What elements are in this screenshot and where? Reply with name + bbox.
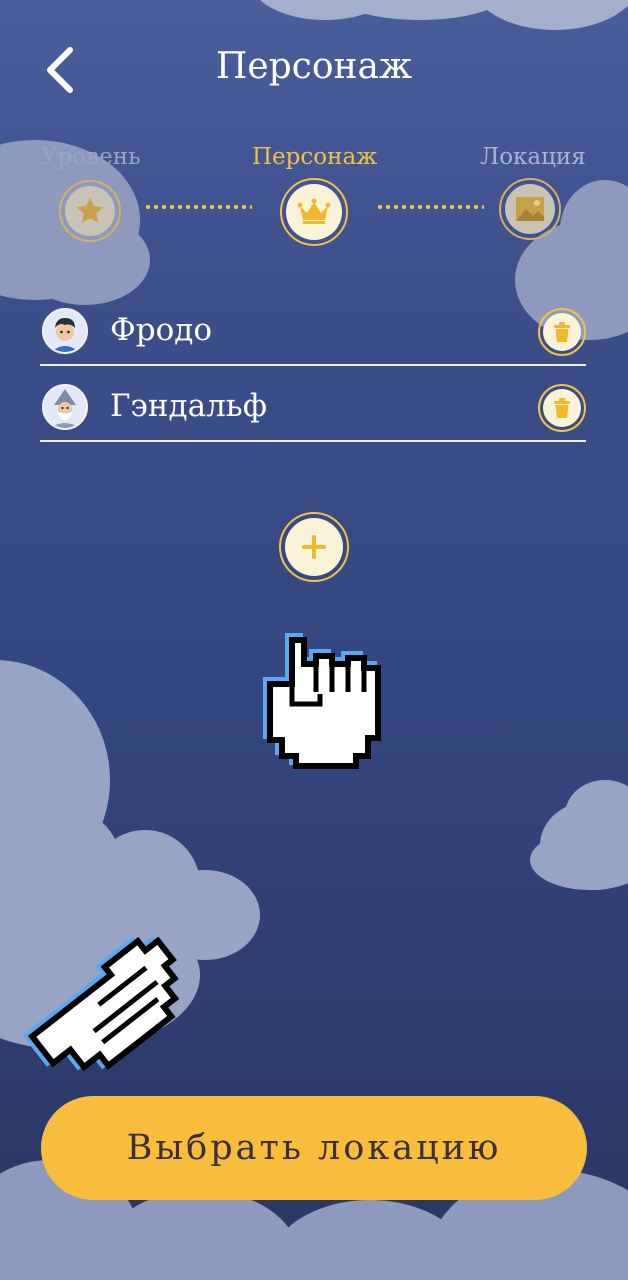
step-location[interactable] — [499, 178, 561, 240]
page-title: Персонаж — [215, 46, 413, 87]
top-bar: Персонаж — [0, 0, 628, 140]
step-character[interactable] — [280, 178, 348, 246]
step-label-level: Уровень — [41, 144, 141, 170]
pointing-hand-cursor-icon — [22, 935, 180, 1072]
plus-icon — [302, 535, 326, 559]
star-icon — [76, 197, 104, 223]
trash-icon — [554, 398, 570, 418]
step-level[interactable] — [59, 180, 121, 242]
app-screen: Персонаж Уровень Персонаж Локация Фродо … — [0, 0, 628, 1280]
grab-hand-cursor-icon — [263, 633, 381, 769]
step-label-location: Локация — [480, 144, 586, 170]
landscape-icon — [516, 197, 544, 221]
crown-icon — [297, 198, 331, 224]
frodo-avatar — [42, 308, 88, 354]
step-connector-2 — [376, 205, 484, 209]
delete-character-button[interactable] — [538, 384, 586, 432]
choose-location-button[interactable]: Выбрать локацию — [41, 1096, 587, 1200]
character-row: Гэндальф — [40, 376, 586, 442]
delete-character-button[interactable] — [538, 308, 586, 356]
add-character-button[interactable] — [279, 512, 349, 582]
trash-icon — [554, 322, 570, 342]
step-connector-1 — [144, 205, 252, 209]
gandalf-avatar — [42, 384, 88, 430]
character-name: Гэндальф — [110, 388, 267, 424]
character-row: Фродо — [40, 300, 586, 366]
step-label-character: Персонаж — [252, 144, 378, 170]
character-name: Фродо — [110, 312, 212, 348]
